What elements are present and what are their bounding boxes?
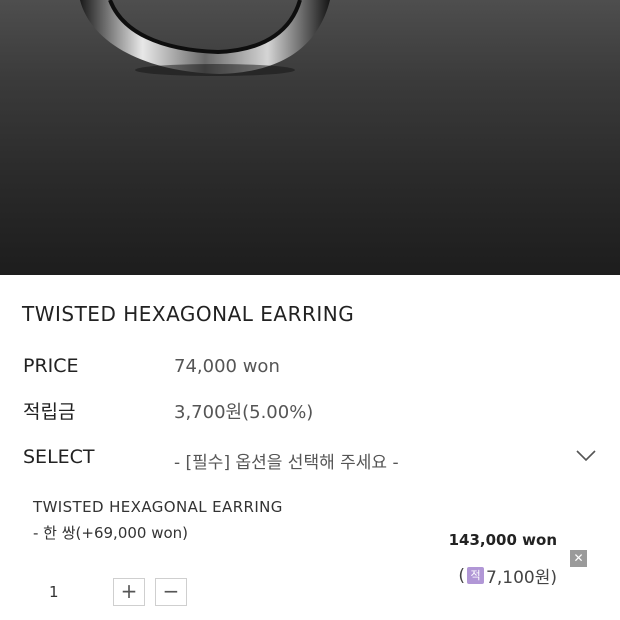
- selected-option-points: ( 적 7,100원): [458, 563, 557, 589]
- earring-photo: [80, 0, 330, 76]
- price-label: PRICE: [23, 355, 79, 377]
- price-value: 74,000 won: [174, 356, 280, 377]
- quantity-value[interactable]: 1: [49, 583, 59, 601]
- product-image: [0, 0, 620, 275]
- selected-option-name: TWISTED HEXAGONAL EARRING: [33, 498, 283, 516]
- plus-icon[interactable]: +: [113, 578, 145, 606]
- chevron-down-icon[interactable]: [574, 448, 598, 464]
- selected-option-variant: - 한 쌍(+69,000 won): [33, 524, 189, 542]
- points-value: 7,100원): [486, 568, 557, 588]
- select-label: SELECT: [23, 446, 95, 468]
- reward-value: 3,700원(5.00%): [174, 402, 314, 423]
- selected-option-price: 143,000 won: [448, 531, 557, 549]
- points-icon: 적: [467, 567, 485, 584]
- minus-icon[interactable]: −: [155, 578, 187, 606]
- option-select[interactable]: - [필수] 옵션을 선택해 주세요 -: [174, 448, 399, 473]
- product-title: TWISTED HEXAGONAL EARRING: [22, 302, 355, 326]
- earring-shadow: [135, 64, 295, 76]
- points-open-paren: (: [458, 565, 466, 586]
- remove-icon[interactable]: ✕: [570, 550, 587, 567]
- reward-label: 적립금: [23, 401, 76, 423]
